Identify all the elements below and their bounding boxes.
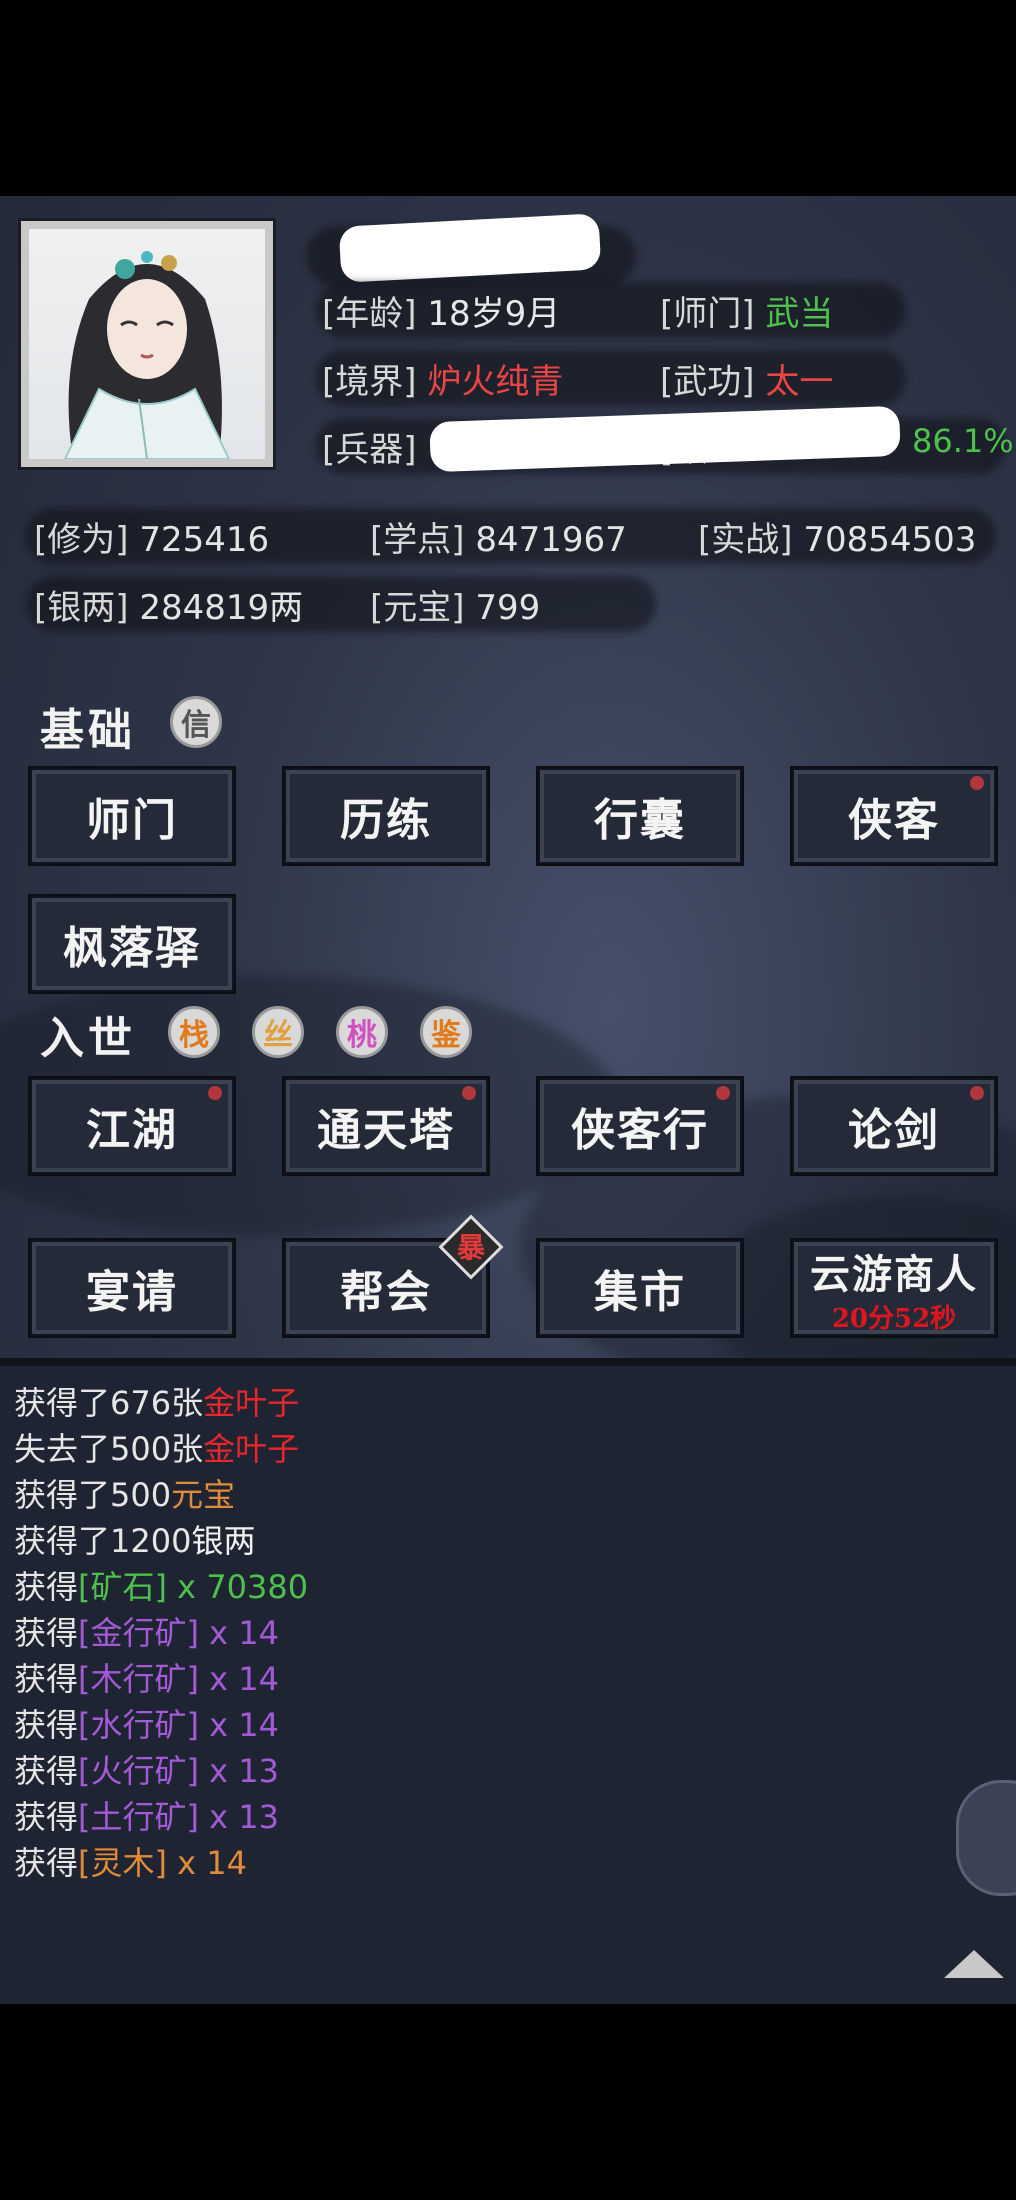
training-button[interactable]: 历练: [284, 768, 488, 864]
log-entry: 获得[矿石] x 70380: [14, 1568, 309, 1606]
age-field: [年龄] 18岁9月: [322, 286, 560, 335]
sky-tower-button[interactable]: 通天塔: [284, 1078, 488, 1174]
cultivation-value: 725416: [139, 520, 270, 560]
weapon-field: [兵器]: [322, 422, 417, 471]
combat-value: 70854503: [803, 520, 977, 560]
character-portrait[interactable]: [18, 218, 276, 470]
world-title: 入世: [40, 1013, 136, 1064]
log-entry: 获得了676张金叶子: [14, 1384, 300, 1422]
hero-journey-notification-dot: [716, 1086, 730, 1100]
realm-value: 炉火纯青: [427, 362, 564, 402]
combat-stat: [实战] 70854503: [698, 520, 977, 560]
side-menu-orb-icon[interactable]: [956, 1780, 1016, 1896]
jianghu-notification-dot: [208, 1086, 222, 1100]
skill-field: [武功] 太一: [660, 354, 833, 403]
ingot-value: 799: [475, 588, 541, 628]
sword-debate-notification-dot: [970, 1086, 984, 1100]
wandering-merchant-button[interactable]: 云游商人 20分52秒: [792, 1240, 996, 1336]
banquet-button[interactable]: 宴请: [30, 1240, 234, 1336]
log-entry: 获得了1200银两: [14, 1522, 256, 1560]
sword-debate-button[interactable]: 论剑: [792, 1078, 996, 1174]
study-value: 8471967: [475, 520, 627, 560]
log-entry: 获得[灵木] x 14: [14, 1844, 247, 1882]
letter-seal-icon[interactable]: 信: [170, 696, 222, 748]
silver-value: 284819两: [139, 588, 304, 628]
merchant-timer: 20分52秒: [831, 1303, 957, 1334]
appraise-seal-icon[interactable]: 鉴: [420, 1006, 472, 1058]
log-entry: 获得了500元宝: [14, 1476, 236, 1514]
message-log[interactable]: 获得了676张金叶子 失去了500张金叶子 获得了500元宝 获得了1200银两…: [0, 1366, 1016, 2004]
basics-title: 基础: [40, 705, 136, 756]
age-label: [年龄]: [322, 294, 417, 334]
jianghu-button[interactable]: 江湖: [30, 1078, 234, 1174]
game-screen: [年龄] 18岁9月 [师门] 武当 [境界] 炉火纯青 [武功] 太一 [兵器…: [0, 196, 1016, 2004]
maple-station-button[interactable]: 枫落驿: [30, 896, 234, 992]
inventory-button[interactable]: 行囊: [538, 768, 742, 864]
inn-seal-icon[interactable]: 栈: [168, 1006, 220, 1058]
silk-seal-icon[interactable]: 丝: [252, 1006, 304, 1058]
ingot-stat: [元宝] 799: [370, 588, 541, 628]
school-label: [师门]: [660, 294, 755, 334]
log-entry: 获得[水行矿] x 14: [14, 1706, 279, 1744]
portrait-image: [29, 229, 265, 459]
heroes-notification-dot: [970, 776, 984, 790]
peach-seal-icon[interactable]: 桃: [336, 1006, 388, 1058]
hero-journey-button[interactable]: 侠客行: [538, 1078, 742, 1174]
study-stat: [学点] 8471967: [370, 520, 627, 560]
school-field: [师门] 武当: [660, 286, 833, 335]
silver-stat: [银两] 284819两: [34, 588, 304, 628]
realm-label: [境界]: [322, 362, 417, 402]
log-entry: 获得[木行矿] x 14: [14, 1660, 279, 1698]
skill-label: [武功]: [660, 362, 755, 402]
market-button[interactable]: 集市: [538, 1240, 742, 1336]
scroll-up-arrow-icon[interactable]: [944, 1950, 1004, 1978]
age-value: 18岁9月: [427, 294, 561, 334]
heroes-button[interactable]: 侠客: [792, 768, 996, 864]
school-value: 武当: [765, 294, 834, 334]
sky-tower-notification-dot: [462, 1086, 476, 1100]
skill-value: 太一: [765, 362, 834, 402]
guild-badge-text: 暴: [456, 1231, 485, 1264]
log-entry: 获得[金行矿] x 14: [14, 1614, 279, 1652]
realm-field: [境界] 炉火纯青: [322, 354, 563, 403]
weapon-label: [兵器]: [322, 430, 417, 470]
school-button[interactable]: 师门: [30, 768, 234, 864]
log-entry: 获得[火行矿] x 13: [14, 1752, 279, 1790]
section-divider: [0, 1358, 1016, 1366]
weapon-percent: 86.1%: [912, 422, 1014, 460]
log-entry: 失去了500张金叶子: [14, 1430, 300, 1468]
log-entry: 获得[土行矿] x 13: [14, 1798, 279, 1836]
cultivation-stat: [修为] 725416: [34, 520, 270, 560]
